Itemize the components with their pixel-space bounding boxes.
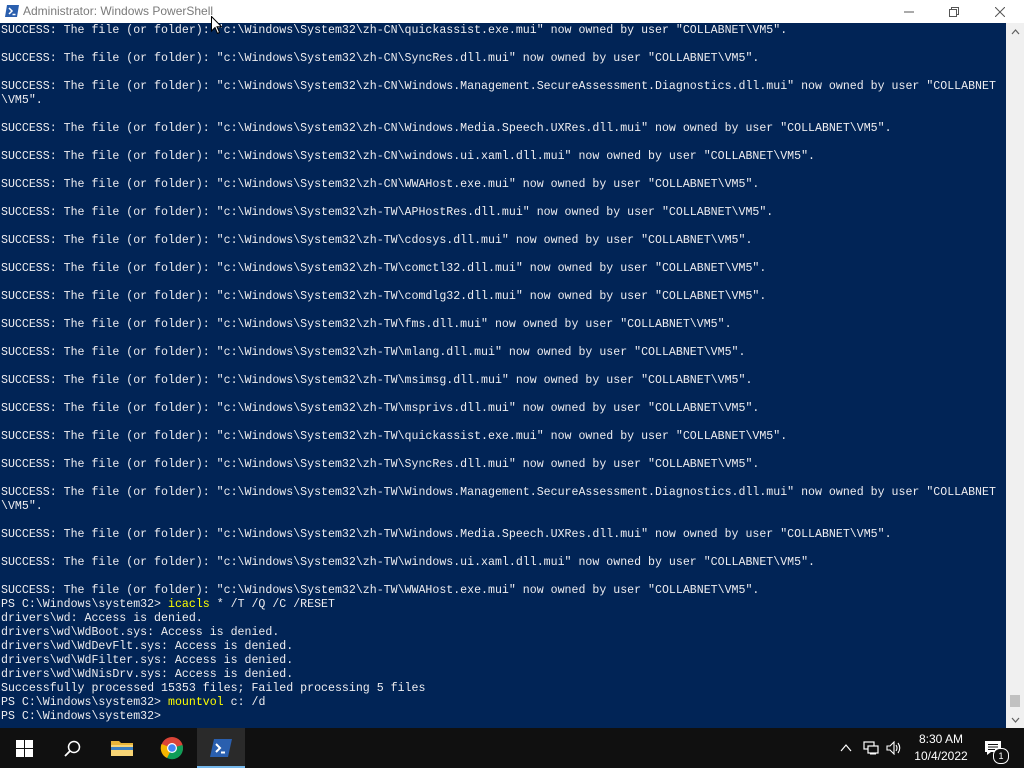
console-line: SUCCESS: The file (or folder): "c:\Windo…: [1, 262, 767, 275]
console-line: \VM5".: [1, 94, 43, 107]
console-line: SUCCESS: The file (or folder): "c:\Windo…: [1, 556, 816, 569]
console-line: SUCCESS: The file (or folder): "c:\Windo…: [1, 430, 788, 443]
console-line: SUCCESS: The file (or folder): "c:\Windo…: [1, 374, 753, 387]
minimize-icon: [904, 11, 914, 12]
speaker-icon: [886, 741, 901, 755]
console-output: SUCCESS: The file (or folder): "c:\Windo…: [1, 24, 1005, 724]
console-line: SUCCESS: The file (or folder): "c:\Windo…: [1, 290, 767, 303]
volume-button[interactable]: [884, 728, 904, 768]
console-line: SUCCESS: The file (or folder): "c:\Windo…: [1, 24, 788, 37]
console-line: SUCCESS: The file (or folder): "c:\Windo…: [1, 52, 760, 65]
chevron-down-icon: [1011, 717, 1019, 723]
close-icon: [995, 6, 1005, 17]
powershell-icon: [5, 5, 19, 17]
console-line: SUCCESS: The file (or folder): "c:\Windo…: [1, 178, 760, 191]
window-titlebar[interactable]: Administrator: Windows PowerShell: [0, 0, 1024, 23]
console-area[interactable]: SUCCESS: The file (or folder): "c:\Windo…: [0, 23, 1006, 728]
console-line: PS C:\Windows\system32> mountvol c: /d: [1, 696, 1005, 710]
console-prompt: PS C:\Windows\system32>: [1, 598, 168, 611]
network-button[interactable]: [862, 728, 880, 768]
console-command: icacls: [167, 598, 210, 611]
show-hidden-icons-button[interactable]: [838, 728, 854, 768]
scroll-thumb[interactable]: [1010, 695, 1020, 707]
search-icon: [63, 740, 80, 757]
clock-time: 8:30 AM: [918, 732, 964, 746]
console-line: SUCCESS: The file (or folder): "c:\Windo…: [1, 584, 760, 597]
console-line: drivers\wd\WdDevFlt.sys: Access is denie…: [1, 640, 294, 653]
console-command-args: c: /d: [223, 696, 266, 709]
console-line: SUCCESS: The file (or folder): "c:\Windo…: [1, 346, 746, 359]
console-line: SUCCESS: The file (or folder): "c:\Windo…: [1, 150, 816, 163]
start-button[interactable]: [0, 728, 48, 768]
mouse-pointer-icon: [211, 16, 223, 35]
vertical-scrollbar[interactable]: [1006, 23, 1024, 728]
console-line: PS C:\Windows\system32> icacls * /T /Q /…: [1, 598, 1005, 612]
console-line: \VM5".: [1, 500, 43, 513]
powershell-taskbar-button[interactable]: [197, 728, 245, 768]
search-button[interactable]: [48, 728, 96, 768]
console-command-args: * /T /Q /C /RESET: [209, 598, 335, 611]
folder-icon: [111, 741, 133, 756]
taskbar: 8:30 AM 10/4/2022 1: [0, 728, 1024, 768]
console-line: Successfully processed 15353 files; Fail…: [1, 682, 426, 695]
chrome-button[interactable]: [148, 728, 196, 768]
console-line: SUCCESS: The file (or folder): "c:\Windo…: [1, 528, 892, 541]
powershell-icon: [210, 739, 232, 757]
window-title: Administrator: Windows PowerShell: [23, 4, 214, 18]
file-explorer-button[interactable]: [98, 728, 146, 768]
chevron-up-icon: [840, 744, 852, 752]
scroll-up-button[interactable]: [1006, 23, 1024, 40]
console-line: SUCCESS: The file (or folder): "c:\Windo…: [1, 234, 753, 247]
console-line: SUCCESS: The file (or folder): "c:\Windo…: [1, 458, 760, 471]
clock[interactable]: 8:30 AM 10/4/2022: [912, 731, 970, 765]
console-prompt: PS C:\Windows\system32>: [1, 696, 168, 709]
restore-icon: [949, 6, 959, 17]
console-line: drivers\wd\WdBoot.sys: Access is denied.: [1, 626, 280, 639]
console-line: SUCCESS: The file (or folder): "c:\Windo…: [1, 122, 892, 135]
notification-count-badge: 1: [993, 748, 1009, 764]
console-line: SUCCESS: The file (or folder): "c:\Windo…: [1, 402, 760, 415]
console-command: mountvol: [167, 696, 224, 709]
console-line: SUCCESS: The file (or folder): "c:\Windo…: [1, 206, 774, 219]
clock-date: 10/4/2022: [914, 749, 968, 763]
console-line: PS C:\Windows\system32>: [1, 710, 1005, 724]
restore-button[interactable]: [931, 0, 977, 23]
close-button[interactable]: [977, 0, 1023, 23]
console-prompt: PS C:\Windows\system32>: [1, 710, 168, 723]
scroll-down-button[interactable]: [1006, 711, 1024, 728]
console-line: SUCCESS: The file (or folder): "c:\Windo…: [1, 486, 996, 499]
windows-logo-icon: [15, 739, 33, 757]
console-line: SUCCESS: The file (or folder): "c:\Windo…: [1, 80, 996, 93]
chevron-up-icon: [1011, 28, 1019, 34]
console-line: drivers\wd: Access is denied.: [1, 612, 203, 625]
console-line: drivers\wd\WdNisDrv.sys: Access is denie…: [1, 668, 294, 681]
minimize-button[interactable]: [886, 0, 932, 23]
network-icon: [863, 741, 879, 755]
console-line: SUCCESS: The file (or folder): "c:\Windo…: [1, 318, 732, 331]
console-line: drivers\wd\WdFilter.sys: Access is denie…: [1, 654, 294, 667]
chrome-icon: [160, 737, 183, 760]
